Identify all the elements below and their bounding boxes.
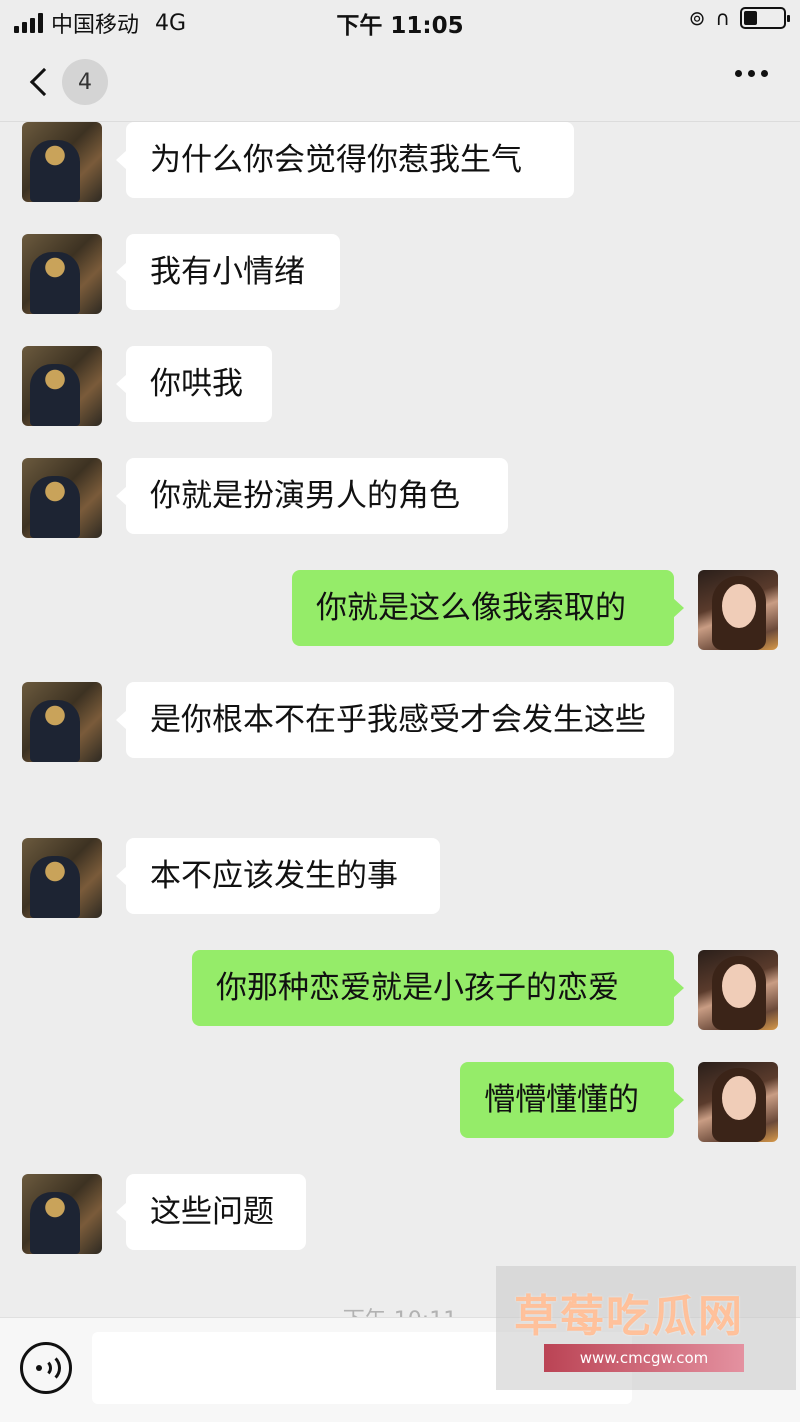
status-bar: 中国移动 4G 下午 11:05 ⊚ ∩ [0, 0, 800, 40]
rotation-lock-icon: ⊚ [688, 6, 706, 30]
more-dot [761, 70, 768, 77]
more-dots-icon [735, 70, 742, 77]
status-time: 下午 11:05 [336, 13, 464, 39]
watermark-url: www.cmcgw.com [544, 1344, 744, 1372]
watermark-logo: 草莓吃瓜网 [514, 1291, 744, 1342]
avatar-self[interactable] [698, 1062, 778, 1142]
battery-icon [740, 7, 790, 29]
message-bubble[interactable]: 是你根本不在乎我感受才会发生这些 [116, 682, 674, 758]
back-button[interactable]: 4 [24, 59, 114, 105]
more-button[interactable] [735, 70, 768, 77]
avatar-face [722, 964, 756, 1008]
watermark: 草莓吃瓜网 www.cmcgw.com [496, 1266, 796, 1390]
status-right: ⊚ ∩ [688, 6, 790, 30]
headphones-icon: ∩ [715, 6, 730, 30]
avatar-figure [30, 476, 80, 538]
avatar-contact[interactable] [22, 458, 102, 538]
avatar-face [722, 1076, 756, 1120]
message-bubble[interactable]: 你就是这么像我索取的 [292, 570, 684, 646]
message-bubble[interactable]: 本不应该发生的事 [116, 838, 440, 914]
message-bubble[interactable]: 懵懵懂懂的 [460, 1062, 684, 1138]
avatar-face [722, 584, 756, 628]
avatar-contact[interactable] [22, 346, 102, 426]
avatar-contact[interactable] [22, 122, 102, 202]
avatar-figure [30, 364, 80, 426]
avatar-figure [30, 700, 80, 762]
avatar-contact[interactable] [22, 682, 102, 762]
avatar-contact[interactable] [22, 1174, 102, 1254]
avatar-self[interactable] [698, 570, 778, 650]
message-bubble[interactable]: 你就是扮演男人的角色 [116, 458, 508, 534]
battery-fill [744, 11, 758, 25]
voice-button[interactable] [20, 1342, 72, 1394]
more-dot [748, 70, 755, 77]
avatar-figure [30, 1192, 80, 1254]
avatar-figure [30, 140, 80, 202]
chat-header: 4 [0, 40, 800, 122]
chevron-left-icon [29, 67, 59, 97]
voice-wave-icon [31, 1353, 61, 1383]
message-bubble[interactable]: 你那种恋爱就是小孩子的恋爱 [192, 950, 684, 1026]
message-bubble[interactable]: 为什么你会觉得你惹我生气 [116, 122, 574, 198]
message-bubble[interactable]: 你哄我 [116, 346, 272, 422]
message-bubble[interactable]: 我有小情绪 [116, 234, 340, 310]
unread-count-badge: 4 [62, 59, 108, 105]
avatar-contact[interactable] [22, 234, 102, 314]
avatar-contact[interactable] [22, 838, 102, 918]
message-bubble[interactable]: 这些问题 [116, 1174, 306, 1250]
message-list[interactable]: 为什么你会觉得你惹我生气 我有小情绪 你哄我 你就是扮演男人的角色 你就是这么像… [0, 122, 800, 1317]
avatar-figure [30, 252, 80, 314]
avatar-self[interactable] [698, 950, 778, 1030]
avatar-figure [30, 856, 80, 918]
